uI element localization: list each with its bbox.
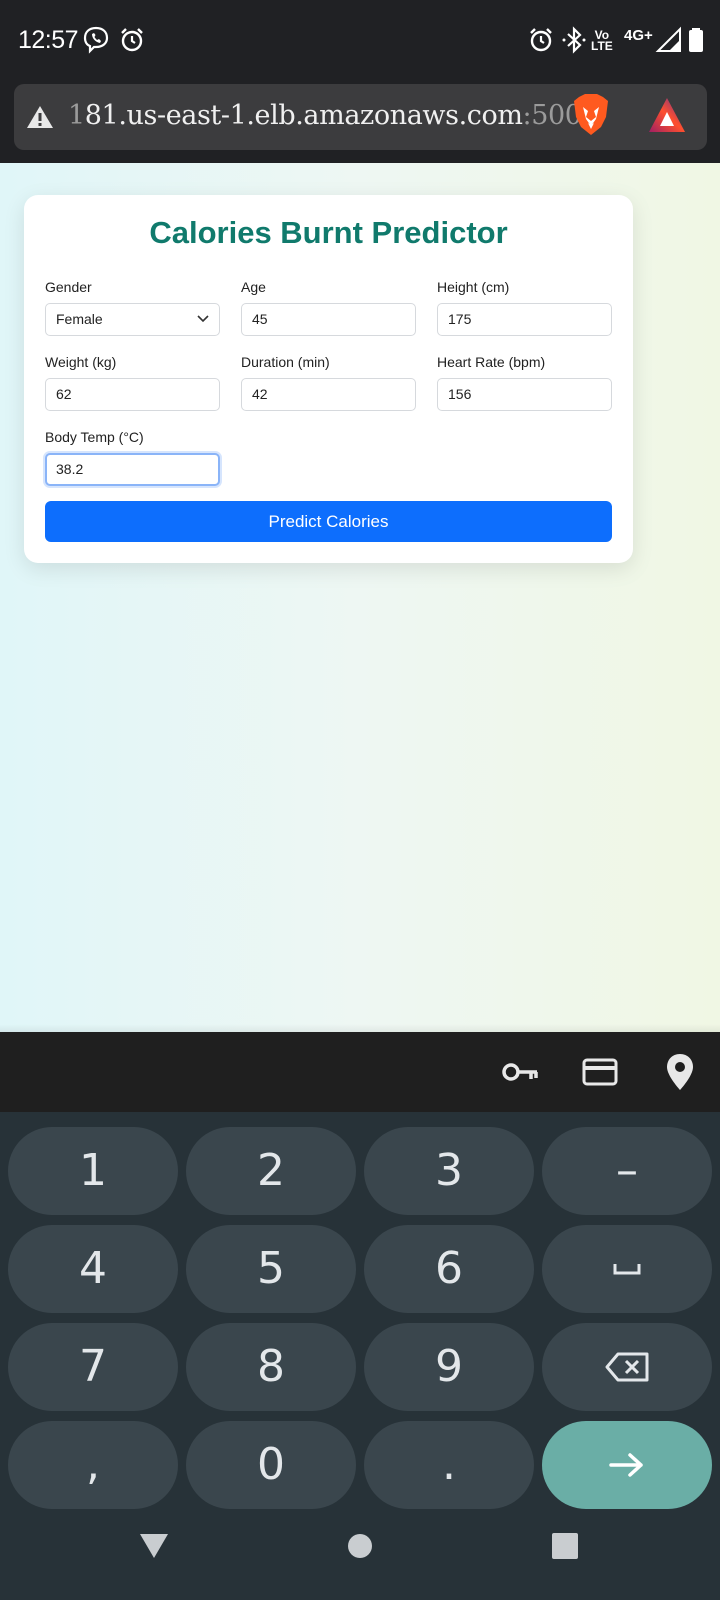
numeric-keyboard: 1 2 3 – 4 5 6 7 8 9 , 0 .: [0, 1112, 720, 1512]
body-temp-label: Body Temp (°C): [45, 429, 144, 445]
page-bottom-shade: [0, 1024, 720, 1032]
url-text[interactable]: 181.us-east-1.elb.amazonaws.com:5000: [68, 100, 599, 131]
key-9[interactable]: 9: [364, 1323, 534, 1411]
key-period[interactable]: .: [364, 1421, 534, 1509]
gender-select[interactable]: Female: [45, 303, 220, 336]
chevron-down-icon: [197, 315, 209, 323]
age-input[interactable]: 45: [241, 303, 416, 336]
volte-icon: Vo LTE: [591, 29, 613, 53]
brave-rewards-icon[interactable]: [647, 96, 687, 134]
heart-rate-input[interactable]: 156: [437, 378, 612, 411]
height-input[interactable]: 175: [437, 303, 612, 336]
signal-icon: [655, 26, 681, 52]
key-2[interactable]: 2: [186, 1127, 356, 1215]
key-4[interactable]: 4: [8, 1225, 178, 1313]
recents-square-icon[interactable]: [552, 1533, 578, 1559]
gender-selected-value: Female: [56, 311, 103, 327]
url-prefix: 1: [68, 100, 85, 131]
brave-lion-icon[interactable]: [571, 93, 611, 137]
page-content: Calories Burnt Predictor Gender Female A…: [0, 163, 720, 1032]
system-nav-bar: [0, 1512, 720, 1600]
body-temp-input[interactable]: 38.2: [45, 453, 220, 486]
autofill-bar: [0, 1032, 720, 1112]
warning-icon[interactable]: [26, 104, 54, 130]
key-8[interactable]: 8: [186, 1323, 356, 1411]
heart-rate-label: Heart Rate (bpm): [437, 354, 546, 370]
status-time: 12:57: [18, 26, 79, 54]
key-space[interactable]: [542, 1225, 712, 1313]
key-0[interactable]: 0: [186, 1421, 356, 1509]
battery-icon: [689, 28, 703, 52]
key-1[interactable]: 1: [8, 1127, 178, 1215]
backspace-icon: [605, 1352, 649, 1382]
space-icon: [613, 1264, 641, 1275]
predict-calories-button[interactable]: Predict Calories: [45, 501, 612, 542]
weight-label: Weight (kg): [45, 354, 117, 370]
volte-bottom: LTE: [591, 39, 613, 53]
predictor-card: Calories Burnt Predictor Gender Female A…: [24, 195, 633, 563]
home-circle-icon[interactable]: [347, 1533, 373, 1559]
key-backspace[interactable]: [542, 1323, 712, 1411]
key-6[interactable]: 6: [364, 1225, 534, 1313]
viber-icon: [83, 26, 109, 54]
page-title: Calories Burnt Predictor: [149, 215, 508, 250]
browser-toolbar: 181.us-east-1.elb.amazonaws.com:5000: [0, 82, 720, 164]
weight-input[interactable]: 62: [45, 378, 220, 411]
key-icon[interactable]: [500, 1054, 540, 1090]
location-pin-icon[interactable]: [660, 1052, 700, 1092]
key-enter[interactable]: [542, 1421, 712, 1509]
duration-input[interactable]: 42: [241, 378, 416, 411]
key-7[interactable]: 7: [8, 1323, 178, 1411]
network-type: 4G+: [624, 27, 653, 44]
key-3[interactable]: 3: [364, 1127, 534, 1215]
back-triangle-icon[interactable]: [138, 1532, 170, 1560]
url-host: 81.us-east-1.elb.amazonaws.com: [84, 100, 523, 131]
credit-card-icon[interactable]: [580, 1054, 620, 1090]
status-bar: 12:57 Vo LTE 4G+: [0, 0, 720, 82]
arrow-right-icon: [609, 1453, 643, 1477]
gender-label: Gender: [45, 279, 92, 295]
height-label: Height (cm): [437, 279, 510, 295]
key-5[interactable]: 5: [186, 1225, 356, 1313]
alarm-icon-right: [530, 28, 552, 52]
bluetooth-icon: [562, 26, 586, 54]
key-dash[interactable]: –: [542, 1127, 712, 1215]
alarm-icon: [121, 28, 143, 52]
age-label: Age: [241, 279, 266, 295]
duration-label: Duration (min): [241, 354, 330, 370]
key-comma[interactable]: ,: [8, 1421, 178, 1509]
